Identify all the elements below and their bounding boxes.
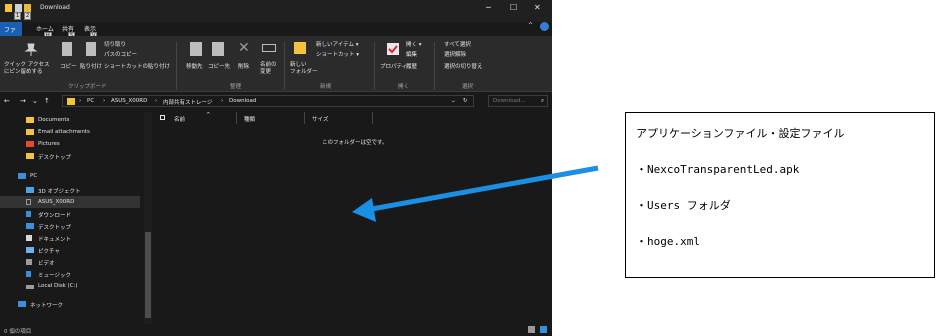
annotation-item: ・NexcoTransparentLed.apk xyxy=(636,163,800,176)
annotation-item: ・hoge.xml xyxy=(636,235,700,248)
annotation-item: ・Users フォルダ xyxy=(636,199,731,212)
annotation-box: アプリケーションファイル・設定ファイル ・NexcoTransparentLed… xyxy=(625,112,935,278)
annotation-heading: アプリケーションファイル・設定ファイル xyxy=(636,127,845,140)
